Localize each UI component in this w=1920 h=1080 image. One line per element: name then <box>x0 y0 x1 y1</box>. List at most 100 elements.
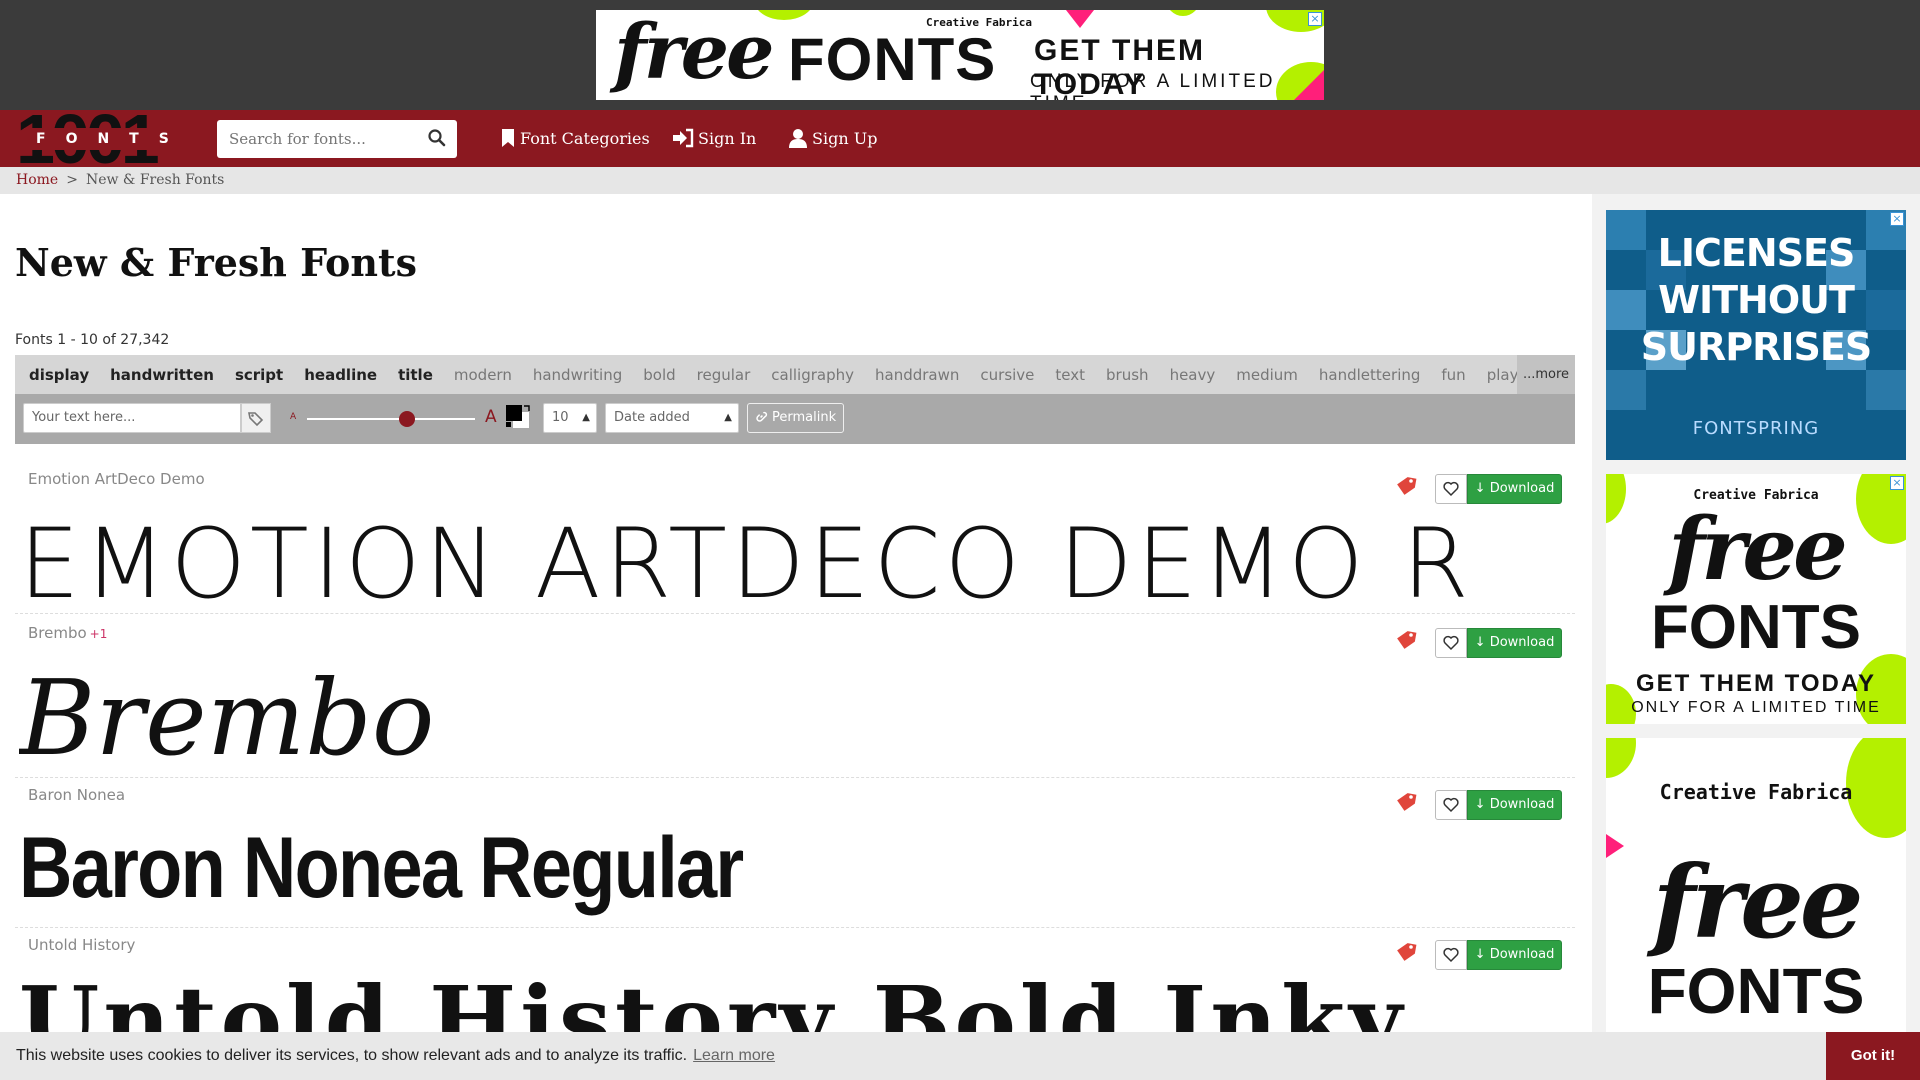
heart-icon <box>1443 947 1459 963</box>
tag-regular[interactable]: regular <box>697 366 751 384</box>
font-preview[interactable]: Brembo <box>19 662 1574 774</box>
font-name[interactable]: Brembo +1 <box>28 624 107 642</box>
ad-close-icon[interactable]: × <box>1308 12 1322 26</box>
color-swap-icon[interactable] <box>504 403 532 431</box>
font-preview[interactable]: Baron Nonea Regular <box>19 818 1356 918</box>
bookmark-icon <box>502 129 514 147</box>
ad-decoration <box>1606 370 1646 410</box>
favorite-button[interactable] <box>1435 790 1467 820</box>
download-button[interactable]: ↓ Download <box>1467 474 1562 504</box>
tag-handwritten[interactable]: handwritten <box>110 366 214 384</box>
font-name[interactable]: Baron Nonea <box>28 786 125 804</box>
site-logo[interactable]: 1001 FONTS <box>16 104 176 174</box>
favorite-button[interactable] <box>1435 474 1467 504</box>
fontspring-ad[interactable]: LICENSES WITHOUT SURPRISES FONTSPRING × <box>1606 210 1906 460</box>
fontspring-brand: FONTSPRING <box>1692 418 1820 439</box>
per-page-select[interactable]: 10 ▲ <box>543 403 597 433</box>
font-preview[interactable]: Untold History Bold Inky <box>19 970 1574 1032</box>
ad-decoration <box>1066 10 1094 28</box>
tag-script[interactable]: script <box>235 366 283 384</box>
price-tag-icon[interactable] <box>1394 628 1418 652</box>
user-icon <box>789 129 807 148</box>
breadcrumb-separator: > <box>66 172 78 188</box>
tag-brush[interactable]: brush <box>1106 366 1149 384</box>
per-page-value: 10 <box>552 410 569 425</box>
breadcrumb: Home > New & Fresh Fonts <box>0 167 1920 194</box>
tag-medium[interactable]: medium <box>1236 366 1298 384</box>
size-small-label: A <box>290 412 297 422</box>
top-banner-ad[interactable]: free Creative Fabrica FONTS GET THEM TOD… <box>596 10 1324 100</box>
tag-cursive[interactable]: cursive <box>980 366 1034 384</box>
size-slider-handle[interactable] <box>399 411 415 427</box>
download-label: Download <box>1489 481 1555 496</box>
size-slider-track[interactable] <box>307 418 475 420</box>
tags-icon <box>248 412 264 427</box>
nav-sign-in[interactable]: Sign In <box>672 128 756 149</box>
download-label: Download <box>1489 635 1555 650</box>
ad-close-icon[interactable]: × <box>1890 212 1904 226</box>
font-name[interactable]: Emotion ArtDeco Demo <box>28 470 205 488</box>
tag-calligraphy[interactable]: calligraphy <box>771 366 854 384</box>
search-icon[interactable] <box>427 128 447 148</box>
ad-subline: ONLY FOR A LIMITED TIME <box>1631 699 1881 716</box>
price-tag-icon[interactable] <box>1394 940 1418 964</box>
cookie-message: This website uses cookies to deliver its… <box>16 1047 688 1064</box>
download-label: Download <box>1489 947 1555 962</box>
ad-decoration <box>1166 10 1200 16</box>
tag-headline[interactable]: headline <box>304 366 377 384</box>
favorite-button[interactable] <box>1435 628 1467 658</box>
nav-sign-up[interactable]: Sign Up <box>788 128 877 149</box>
search-input[interactable] <box>217 120 417 158</box>
font-preview[interactable]: EMOTION ARTDECO DEMO R <box>19 512 1574 616</box>
tag-list: display handwritten script headline title mod… <box>15 355 1558 394</box>
fontspring-line: LICENSES <box>1657 231 1856 275</box>
tag-handlettering[interactable]: handlettering <box>1319 366 1420 384</box>
ad-decoration <box>1866 370 1906 410</box>
download-button[interactable]: ↓ Download <box>1467 940 1562 970</box>
preview-text-input[interactable]: Your text here... <box>23 403 241 433</box>
font-name-text: Brembo <box>28 624 87 642</box>
fontspring-line: SURPRISES <box>1640 325 1872 369</box>
more-tags-button[interactable]: ...more <box>1517 355 1575 394</box>
preview-tag-button[interactable] <box>241 403 271 433</box>
ad-free-text: free <box>1652 843 1864 961</box>
font-row: Baron Nonea ↓ Download Baron Nonea Regul… <box>15 778 1575 928</box>
font-variants-count: +1 <box>89 627 108 641</box>
download-button[interactable]: ↓ Download <box>1467 790 1562 820</box>
cookie-message-wrap: This website uses cookies to deliver its… <box>16 1047 775 1065</box>
cookie-learn-more-link[interactable]: Learn more <box>693 1047 775 1064</box>
sort-select[interactable]: Date added ▲ <box>605 403 739 433</box>
tag-title[interactable]: title <box>398 366 433 384</box>
font-row: Emotion ArtDeco Demo ↓ Download EMOTION … <box>15 462 1575 616</box>
preview-toolbar: Your text here... A A 10 ▲ Date added ▲ Pe… <box>15 394 1575 444</box>
nav-font-categories[interactable]: Font Categories <box>500 128 650 149</box>
nav-sign-up-label: Sign Up <box>812 129 878 148</box>
cookie-accept-button[interactable]: Got it! <box>1826 1032 1920 1080</box>
price-tag-icon[interactable] <box>1394 790 1418 814</box>
tag-display[interactable]: display <box>29 366 89 384</box>
font-row: Brembo +1 ↓ Download Brembo <box>15 616 1575 778</box>
tag-handdrawn[interactable]: handdrawn <box>875 366 959 384</box>
permalink-button[interactable]: Permalink <box>747 403 844 433</box>
tag-handwriting[interactable]: handwriting <box>533 366 622 384</box>
font-name-text: Baron Nonea <box>28 786 126 804</box>
search-box <box>217 120 457 158</box>
heart-icon <box>1443 481 1459 497</box>
tag-heavy[interactable]: heavy <box>1170 366 1216 384</box>
ad-close-icon[interactable]: × <box>1890 476 1904 490</box>
tag-fun[interactable]: fun <box>1441 366 1465 384</box>
cookie-banner: This website uses cookies to deliver its… <box>0 1032 1920 1080</box>
font-row: Untold History ↓ Download Untold History… <box>15 928 1575 1038</box>
favorite-button[interactable] <box>1435 940 1467 970</box>
fontspring-headline: LICENSES WITHOUT SURPRISES <box>1606 230 1906 371</box>
tag-bold[interactable]: bold <box>643 366 675 384</box>
size-large-label: A <box>485 407 497 427</box>
download-button[interactable]: ↓ Download <box>1467 628 1562 658</box>
creative-fabrica-ad[interactable]: Creative Fabrica free FONTS GET THEM TOD… <box>1606 474 1906 724</box>
font-name[interactable]: Untold History <box>28 936 135 954</box>
tag-modern[interactable]: modern <box>454 366 512 384</box>
tag-text[interactable]: text <box>1055 366 1085 384</box>
breadcrumb-home[interactable]: Home <box>16 172 58 188</box>
price-tag-icon[interactable] <box>1394 474 1418 498</box>
creative-fabrica-ad-2[interactable]: Creative Fabrica free FONTS <box>1606 738 1906 1032</box>
